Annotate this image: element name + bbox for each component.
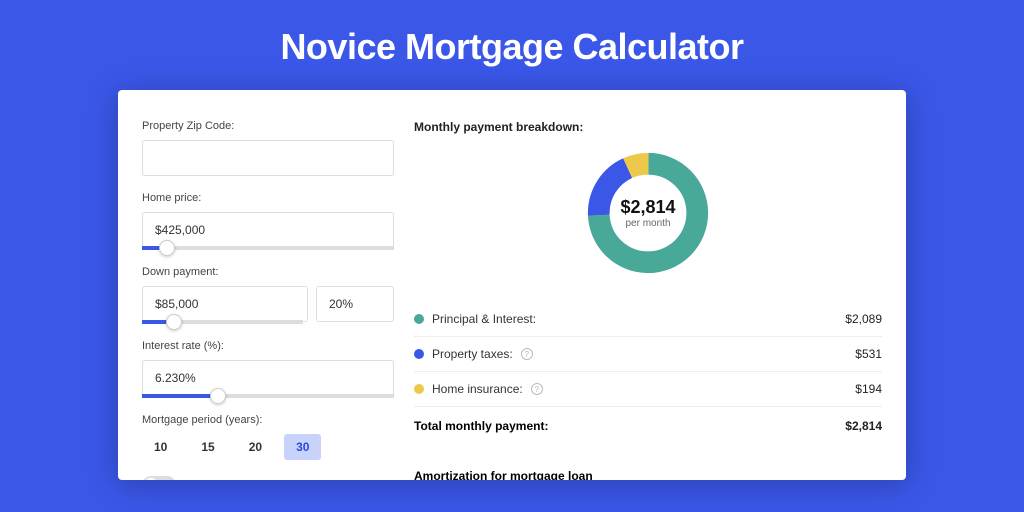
home-price-group: Home price: $425,000: [142, 192, 394, 250]
zip-input[interactable]: [142, 140, 394, 176]
zip-group: Property Zip Code:: [142, 120, 394, 176]
slider-thumb[interactable]: [159, 240, 175, 256]
legend-value: $2,089: [845, 312, 882, 326]
page-title: Novice Mortgage Calculator: [0, 0, 1024, 90]
period-option-30[interactable]: 30: [284, 434, 321, 460]
period-option-20[interactable]: 20: [237, 434, 274, 460]
donut-sub: per month: [625, 218, 670, 229]
legend-label: Home insurance:: [432, 382, 523, 396]
donut-center: $2,814 per month: [583, 148, 713, 278]
home-price-label: Home price:: [142, 192, 394, 204]
interest-label: Interest rate (%):: [142, 340, 394, 352]
info-icon[interactable]: ?: [521, 348, 533, 360]
calculator-card: Property Zip Code: Home price: $425,000 …: [118, 90, 906, 480]
period-options: 10 15 20 30: [142, 434, 394, 460]
veteran-toggle[interactable]: [142, 476, 176, 480]
results-panel: Monthly payment breakdown: $2,814 per mo…: [394, 120, 882, 480]
down-payment-slider[interactable]: [142, 320, 303, 324]
legend-row-ins: Home insurance: ? $194: [414, 372, 882, 406]
legend-row-pi: Principal & Interest: $2,089: [414, 302, 882, 336]
amortization-title: Amortization for mortgage loan: [414, 469, 882, 480]
dot-icon: [414, 384, 424, 394]
total-value: $2,814: [845, 419, 882, 433]
dot-icon: [414, 314, 424, 324]
breakdown-title: Monthly payment breakdown:: [414, 120, 882, 134]
veteran-row: I am veteran or military: [142, 476, 394, 480]
down-payment-pct-input[interactable]: 20%: [316, 286, 394, 322]
period-group: Mortgage period (years): 10 15 20 30: [142, 414, 394, 460]
legend-label: Property taxes:: [432, 347, 513, 361]
home-price-slider[interactable]: [142, 246, 394, 250]
info-icon[interactable]: ?: [531, 383, 543, 395]
total-label: Total monthly payment:: [414, 419, 548, 433]
legend-label: Principal & Interest:: [432, 312, 536, 326]
dot-icon: [414, 349, 424, 359]
zip-label: Property Zip Code:: [142, 120, 394, 132]
interest-input[interactable]: 6.230%: [142, 360, 394, 396]
form-panel: Property Zip Code: Home price: $425,000 …: [142, 120, 394, 480]
donut-amount: $2,814: [620, 197, 675, 218]
legend-row-tax: Property taxes: ? $531: [414, 337, 882, 371]
slider-fill: [142, 394, 218, 398]
veteran-label: I am veteran or military: [186, 479, 298, 480]
period-option-15[interactable]: 15: [189, 434, 226, 460]
legend-row-total: Total monthly payment: $2,814: [414, 406, 882, 443]
down-payment-label: Down payment:: [142, 266, 394, 278]
legend-value: $194: [855, 382, 882, 396]
slider-thumb[interactable]: [210, 388, 226, 404]
home-price-input[interactable]: $425,000: [142, 212, 394, 248]
legend-value: $531: [855, 347, 882, 361]
period-label: Mortgage period (years):: [142, 414, 394, 426]
slider-thumb[interactable]: [166, 314, 182, 330]
down-payment-group: Down payment: $85,000 20%: [142, 266, 394, 324]
interest-group: Interest rate (%): 6.230%: [142, 340, 394, 398]
period-option-10[interactable]: 10: [142, 434, 179, 460]
interest-slider[interactable]: [142, 394, 394, 398]
donut-chart: $2,814 per month: [414, 148, 882, 278]
